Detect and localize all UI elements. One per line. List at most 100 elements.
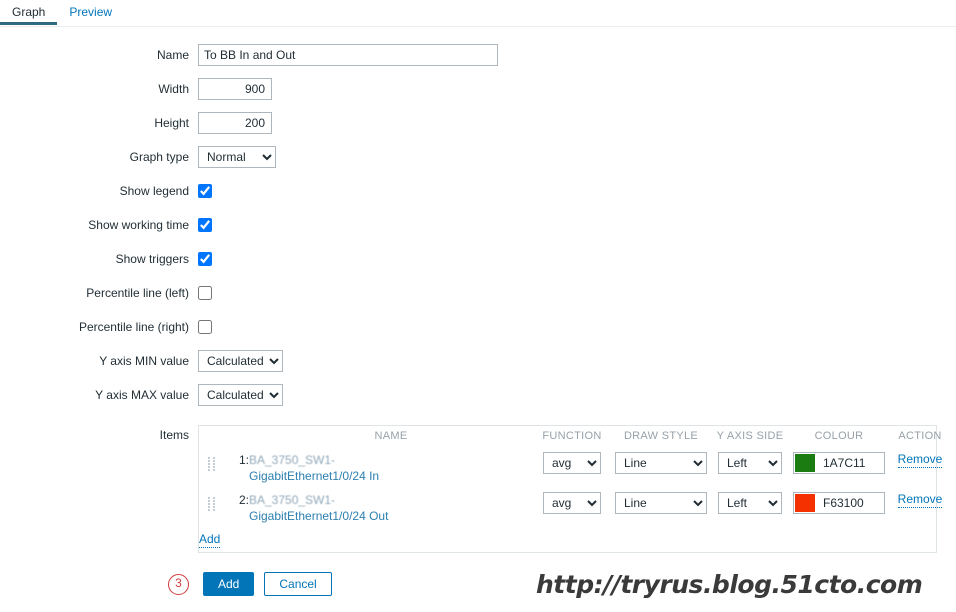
item-name-link[interactable]: BA_3750_SW1- GigabitEthernet1/0/24 In	[249, 452, 533, 484]
items-row-handle-cell	[199, 488, 225, 528]
show-working-time-label: Show working time	[88, 218, 189, 232]
y-axis-max-select[interactable]: CalculatedFixedItem	[198, 384, 283, 406]
items-row-handle-cell	[199, 448, 225, 488]
item-colour-cell: F63100	[789, 488, 889, 528]
items-header-y-axis-side: Y AXIS SIDE	[716, 430, 784, 442]
items-add-row: Add	[199, 528, 951, 552]
tab-preview[interactable]: Preview	[57, 0, 124, 24]
form-row-percentile-left: Percentile line (left)	[0, 282, 956, 304]
tab-graph-label: Graph	[12, 5, 46, 19]
item-function-select-1-cell: allminavgmax	[533, 448, 611, 488]
item-host-name: BA_3750_SW1-	[249, 493, 336, 507]
form-row-y-axis-max: Y axis MAX value CalculatedFixedItem	[0, 384, 956, 406]
form-actions: 3 Add Cancel	[0, 572, 956, 596]
height-label: Height	[154, 116, 189, 130]
show-triggers-checkbox[interactable]	[198, 252, 212, 266]
percentile-left-checkbox[interactable]	[198, 286, 212, 300]
form-row-show-legend: Show legend	[0, 180, 956, 202]
y-axis-min-label: Y axis MIN value	[99, 354, 189, 368]
form-row-show-working-time: Show working time	[0, 214, 956, 236]
items-row-name-cell: BA_3750_SW1- GigabitEthernet1/0/24 Out	[249, 488, 533, 528]
percentile-left-label: Percentile line (left)	[86, 286, 189, 300]
show-triggers-label: Show triggers	[115, 252, 189, 266]
y-axis-min-select[interactable]: CalculatedFixedItem	[198, 350, 283, 372]
item-colour-cell: 1A7C11	[789, 448, 889, 488]
graph-type-label: Graph type	[129, 150, 189, 164]
colour-swatch-icon	[795, 494, 815, 512]
width-label: Width	[158, 82, 189, 96]
items-header-function: FUNCTION	[542, 430, 602, 442]
item-function-select-2[interactable]: allminavgmax	[543, 492, 601, 514]
table-row: 1:BA_3750_SW1- GigabitEthernet1/0/24 In al…	[199, 448, 951, 488]
item-name-link[interactable]: BA_3750_SW1- GigabitEthernet1/0/24 Out	[249, 492, 533, 524]
items-table-container: NAME FUNCTION DRAW STYLE Y AXIS SIDE COL…	[198, 425, 943, 553]
item-function-select-1[interactable]: allminavgmax	[543, 452, 601, 474]
percentile-right-label: Percentile line (right)	[78, 320, 189, 334]
width-input[interactable]	[198, 78, 272, 100]
item-draw-style-select-2-cell: LineFilled regionBold lineDotDashed line…	[611, 488, 711, 528]
item-y-axis-side-select-2[interactable]: LeftRight	[718, 492, 782, 514]
items-label: Items	[159, 428, 189, 442]
items-add-cell: Add	[199, 528, 951, 552]
show-legend-label: Show legend	[119, 184, 189, 198]
item-y-axis-side-select-1[interactable]: LeftRight	[718, 452, 782, 474]
item-colour-picker-2[interactable]: F63100	[793, 492, 885, 514]
item-remove-link-2[interactable]: Remove	[897, 492, 943, 508]
items-header-name: NAME	[374, 430, 408, 442]
items-header-draw-style: DRAW STYLE	[623, 430, 699, 442]
items-table: NAME FUNCTION DRAW STYLE Y AXIS SIDE COL…	[199, 426, 951, 552]
tab-graph[interactable]: Graph	[0, 0, 58, 25]
name-input[interactable]	[198, 44, 498, 66]
form-row-show-triggers: Show triggers	[0, 248, 956, 270]
tab-bar: Graph Preview	[0, 0, 956, 27]
form-row-name: Name	[0, 44, 956, 66]
graph-type-select[interactable]: NormalStackedPieExploded	[198, 146, 276, 168]
item-host-name: BA_3750_SW1-	[249, 453, 336, 467]
item-colour-value: F63100	[823, 496, 864, 510]
cancel-button[interactable]: Cancel	[264, 572, 332, 596]
items-header-handle	[199, 426, 225, 448]
item-draw-style-select-1[interactable]: LineFilled regionBold lineDotDashed line…	[615, 452, 707, 474]
items-add-link[interactable]: Add	[199, 532, 221, 548]
form-row-percentile-right: Percentile line (right)	[0, 316, 956, 338]
form-row-y-axis-min: Y axis MIN value CalculatedFixedItem	[0, 350, 956, 372]
tab-preview-label: Preview	[69, 5, 113, 19]
item-draw-style-select-1-cell: LineFilled regionBold lineDotDashed line…	[611, 448, 711, 488]
items-row-number: 1:	[238, 453, 249, 467]
graph-config-form: Name Width Height Graph type NormalStack…	[0, 27, 956, 596]
item-remove-link-1[interactable]: Remove	[897, 452, 943, 468]
form-row-items: Items NAME FUNCTION DRAW STYLE Y AXIS SI…	[0, 425, 956, 553]
form-row-height: Height	[0, 112, 956, 134]
items-header-num	[225, 426, 249, 448]
percentile-right-checkbox[interactable]	[198, 320, 212, 334]
form-row-graph-type: Graph type NormalStackedPieExploded	[0, 146, 956, 168]
items-table-header-row: NAME FUNCTION DRAW STYLE Y AXIS SIDE COL…	[199, 426, 951, 448]
item-action-cell: Remove	[889, 448, 951, 488]
height-input[interactable]	[198, 112, 272, 134]
item-function-select-2-cell: allminavgmax	[533, 488, 611, 528]
item-colour-picker-1[interactable]: 1A7C11	[793, 452, 885, 474]
drag-handle-icon[interactable]	[207, 457, 217, 471]
name-label: Name	[156, 48, 189, 62]
annotation-marker-3: 3	[168, 573, 189, 595]
colour-swatch-icon	[795, 454, 815, 472]
y-axis-max-label: Y axis MAX value	[95, 388, 189, 402]
items-header-action: ACTION	[898, 430, 942, 442]
show-working-time-checkbox[interactable]	[198, 218, 212, 232]
drag-handle-icon[interactable]	[207, 497, 217, 511]
items-row-number: 2:	[238, 493, 249, 507]
add-button[interactable]: Add	[203, 572, 255, 596]
items-header-colour: COLOUR	[814, 430, 864, 442]
item-key-name: GigabitEthernet1/0/24 Out	[249, 509, 389, 523]
item-action-cell: Remove	[889, 488, 951, 528]
show-legend-checkbox[interactable]	[198, 184, 212, 198]
item-y-axis-side-select-2-cell: LeftRight	[711, 488, 789, 528]
items-table-body: 1:BA_3750_SW1-GigabitEthernet1/0/24 Inal…	[199, 448, 951, 528]
items-row-name-cell: BA_3750_SW1- GigabitEthernet1/0/24 In	[249, 448, 533, 488]
table-row: 2: BA_3750_SW1- GigabitEthernet1/0/24 Out a…	[199, 488, 951, 528]
item-key-name: GigabitEthernet1/0/24 In	[249, 469, 380, 483]
item-draw-style-select-2[interactable]: LineFilled regionBold lineDotDashed line…	[615, 492, 707, 514]
item-y-axis-side-select-1-cell: LeftRight	[711, 448, 789, 488]
form-row-width: Width	[0, 78, 956, 100]
item-colour-value: 1A7C11	[823, 456, 866, 470]
